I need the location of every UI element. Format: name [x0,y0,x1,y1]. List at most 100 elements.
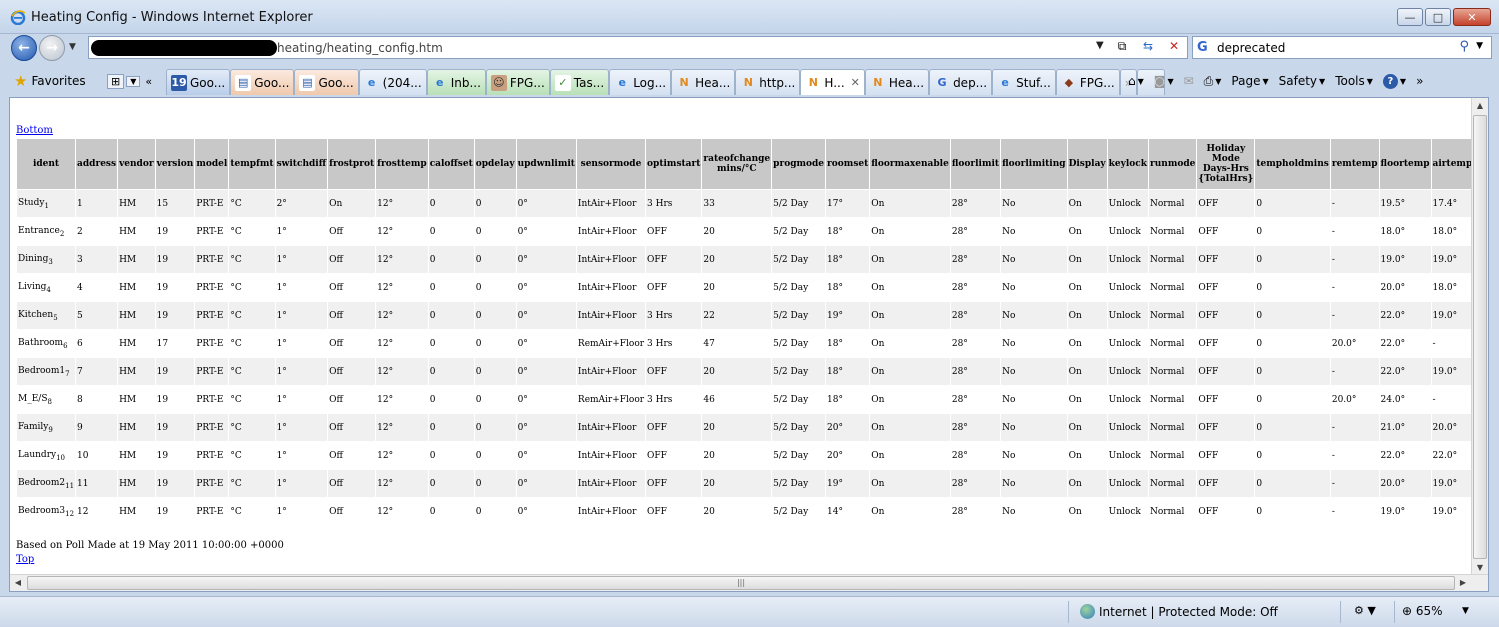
table-cell: HM [119,338,137,349]
table-cell: 28° [951,282,968,293]
table-cell: OFF [647,282,667,293]
search-icon[interactable]: ⚲ [1459,39,1469,54]
scroll-up-icon[interactable]: ▲ [1472,98,1488,114]
address-bar[interactable]: heating/heating_config.htm ▼ [88,36,1188,59]
table-cell: Unlock [1108,506,1141,517]
table-cell: 20° [826,414,870,441]
recent-pages-dropdown-icon[interactable]: ▼ [69,42,76,52]
browser-tab[interactable]: ▤ Goo... [230,69,295,95]
back-button[interactable]: ← [11,35,37,61]
browser-tab[interactable]: N Hea... [864,69,930,95]
print-button[interactable]: ⎙ ▼ [1204,74,1222,89]
search-box[interactable]: G deprecated ⚲ ▼ [1192,36,1492,59]
table-cell: Off [329,282,343,293]
browser-tab[interactable]: ✓ Tas... [549,69,610,95]
table-cell: 19 [155,246,195,273]
table-cell: 22.0° [1432,450,1458,461]
tab-list-dropdown-icon[interactable]: ▼ [126,76,141,87]
address-dropdown-icon[interactable]: ▼ [1096,40,1104,51]
table-cell: - [1331,450,1335,461]
table-cell: 1° [276,226,287,237]
browser-tab[interactable]: Nhttp... [735,69,801,95]
browser-tab[interactable]: e Log... [609,69,672,95]
table-cell: 0 [428,190,474,217]
scroll-tabs-left-icon[interactable]: « [142,75,155,88]
feeds-button[interactable]: ◙ ▼ [1154,74,1174,88]
table-cell: 0 [428,414,474,441]
table-cell: 0 [1255,414,1330,441]
top-link[interactable]: Top [16,554,34,565]
room-name: Entrance [18,225,60,236]
table-cell: °C [229,470,275,497]
browser-tab[interactable]: e Inb... [426,69,486,95]
table-cell: 0 [1256,394,1263,405]
zoom-level[interactable]: ⊕ 65% [1402,604,1443,618]
help-button[interactable]: ? ▼ [1382,73,1406,89]
browser-tab[interactable]: ☺ FPG... [485,69,550,95]
stop-icon[interactable]: ✕ [1164,37,1184,55]
safety-menu[interactable]: Safety ▼ [1279,74,1326,88]
table-cell: On [871,282,885,293]
close-window-button[interactable]: ✕ [1453,8,1491,26]
page-menu[interactable]: Page ▼ [1231,74,1268,88]
room-index: 12 [65,509,75,518]
favorites-button[interactable]: ★ Favorites [14,70,86,92]
search-options-dropdown-icon[interactable]: ▼ [1476,41,1483,51]
browser-tab[interactable]: N H... ✕ [800,69,865,95]
table-cell: 5/2 Day [772,246,826,273]
compatibility-view-icon[interactable]: ⧉ [1112,37,1132,55]
table-cell: OFF [1197,414,1255,441]
read-mail-button[interactable]: ✉ [1184,74,1194,88]
table-cell: On [1068,338,1082,349]
table-cell: IntAir+Floor [577,282,637,293]
table-cell: 28° [950,190,1001,217]
chevron-down-icon: ▼ [1137,76,1144,86]
horizontal-scroll-thumb[interactable]: ||| [27,576,1455,590]
bottom-link[interactable]: Bottom [16,125,53,136]
browser-tab[interactable]: 19 Goo... [166,69,231,95]
tools-menu[interactable]: Tools ▼ [1335,74,1373,88]
browser-tab[interactable]: ▤ Goo... [294,69,359,95]
browser-tab[interactable]: Gdep... [929,69,993,95]
table-cell: 28° [950,470,1001,497]
more-commands-icon[interactable]: » [1416,74,1423,88]
security-zone[interactable]: Internet | Protected Mode: Off [1080,604,1278,619]
table-cell: °C [229,190,275,217]
table-cell: 0° [516,302,576,329]
table-cell: °C [230,226,242,237]
vertical-scrollbar[interactable]: ▲ ▼ [1471,98,1488,576]
scroll-left-icon[interactable]: ◀ [10,575,26,591]
security-settings-icon[interactable]: ⚙ ▼ [1354,604,1376,617]
table-cell: 0 [1255,470,1330,497]
back-arrow-icon: ← [18,40,30,56]
search-input[interactable]: deprecated [1217,41,1285,55]
quick-tabs-icon[interactable]: ⊞ [107,74,125,89]
browser-tab[interactable]: N Hea... [671,69,736,95]
forward-button[interactable]: → [39,35,65,61]
table-cell: 0 [1256,338,1263,349]
vertical-scroll-thumb[interactable] [1473,115,1487,559]
status-separator [1340,601,1341,623]
table-cell: Normal [1149,282,1185,293]
minimize-button[interactable]: — [1397,8,1423,26]
close-tab-icon[interactable]: ✕ [851,76,860,89]
browser-tab[interactable]: ◆ FPG... [1055,69,1120,95]
browser-tab[interactable]: e (204... [358,69,427,95]
maximize-button[interactable]: □ [1425,8,1451,26]
table-cell: °C [230,506,242,517]
browser-tab[interactable]: e Stuf... [992,69,1056,95]
horizontal-scrollbar[interactable]: ◀ ||| ▶ [10,574,1488,591]
table-cell: 18.0° [1432,282,1458,293]
column-header: opdelay [474,139,516,189]
room-index: 11 [65,481,75,490]
column-header: version [155,139,195,189]
refresh-icon[interactable]: ⇆ [1138,37,1158,55]
table-cell: Normal [1149,226,1185,237]
address-url[interactable]: heating/heating_config.htm [277,41,443,55]
zoom-dropdown-icon[interactable]: ▼ [1462,606,1469,616]
home-button[interactable]: ⌂ ▼ [1128,74,1144,88]
table-cell: - [1330,190,1379,217]
scroll-right-icon[interactable]: ▶ [1455,575,1471,591]
tab-label: Hea... [888,75,925,90]
table-cell: 28° [950,246,1001,273]
